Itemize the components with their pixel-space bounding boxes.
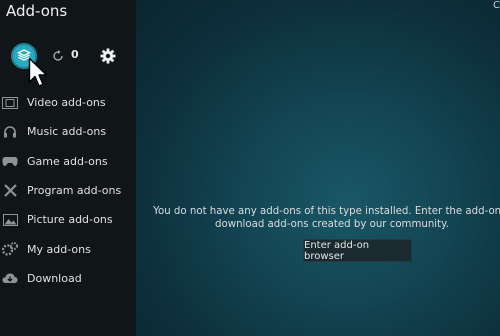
sidebar-item-game[interactable]: Game add-ons — [0, 147, 136, 176]
empty-message-line2: download add-ons created by our communit… — [215, 219, 449, 230]
open-box-button[interactable] — [11, 43, 37, 69]
sidebar-item-label: Download — [27, 271, 82, 285]
sidebar-item-label: My add-ons — [27, 242, 91, 256]
gear-icon[interactable] — [100, 48, 116, 64]
empty-message: You do not have any add-ons of this type… — [152, 205, 500, 231]
sidebar-item-label: Program add-ons — [27, 184, 122, 198]
picture-icon — [2, 213, 18, 227]
toolbar: 0 — [0, 42, 136, 72]
refresh-icon[interactable] — [52, 50, 64, 62]
sidebar-item-label: Picture add-ons — [27, 213, 113, 227]
sidebar-item-program[interactable]: Program add-ons — [0, 176, 136, 205]
sidebar-item-video[interactable]: Video add-ons — [0, 88, 136, 117]
gears-icon — [2, 242, 18, 256]
sidebar: Add-ons 0 Video add-ons Music add-ons Ga… — [0, 0, 136, 336]
sidebar-item-label: Game add-ons — [27, 154, 108, 168]
sidebar-item-my-addons[interactable]: My add-ons — [0, 234, 136, 263]
sidebar-item-music[interactable]: Music add-ons — [0, 117, 136, 146]
corner-mark: C — [493, 0, 500, 11]
page-title: Add-ons — [6, 2, 68, 20]
open-box-icon — [17, 49, 31, 61]
sidebar-item-download[interactable]: Download — [0, 264, 136, 293]
film-icon — [2, 96, 18, 110]
sidebar-item-label: Music add-ons — [27, 125, 107, 139]
enter-addon-browser-button[interactable]: Enter add-on browser — [303, 239, 412, 262]
update-count: 0 — [71, 48, 79, 61]
tools-icon — [2, 184, 18, 198]
sidebar-item-label: Video add-ons — [27, 96, 106, 110]
headphones-icon — [2, 125, 18, 139]
sidebar-menu: Video add-ons Music add-ons Game add-ons… — [0, 88, 136, 293]
gamepad-icon — [2, 154, 18, 168]
main-content — [136, 0, 500, 336]
cloud-download-icon — [2, 271, 18, 285]
sidebar-item-picture[interactable]: Picture add-ons — [0, 205, 136, 234]
empty-message-line1: You do not have any add-ons of this type… — [153, 206, 500, 217]
